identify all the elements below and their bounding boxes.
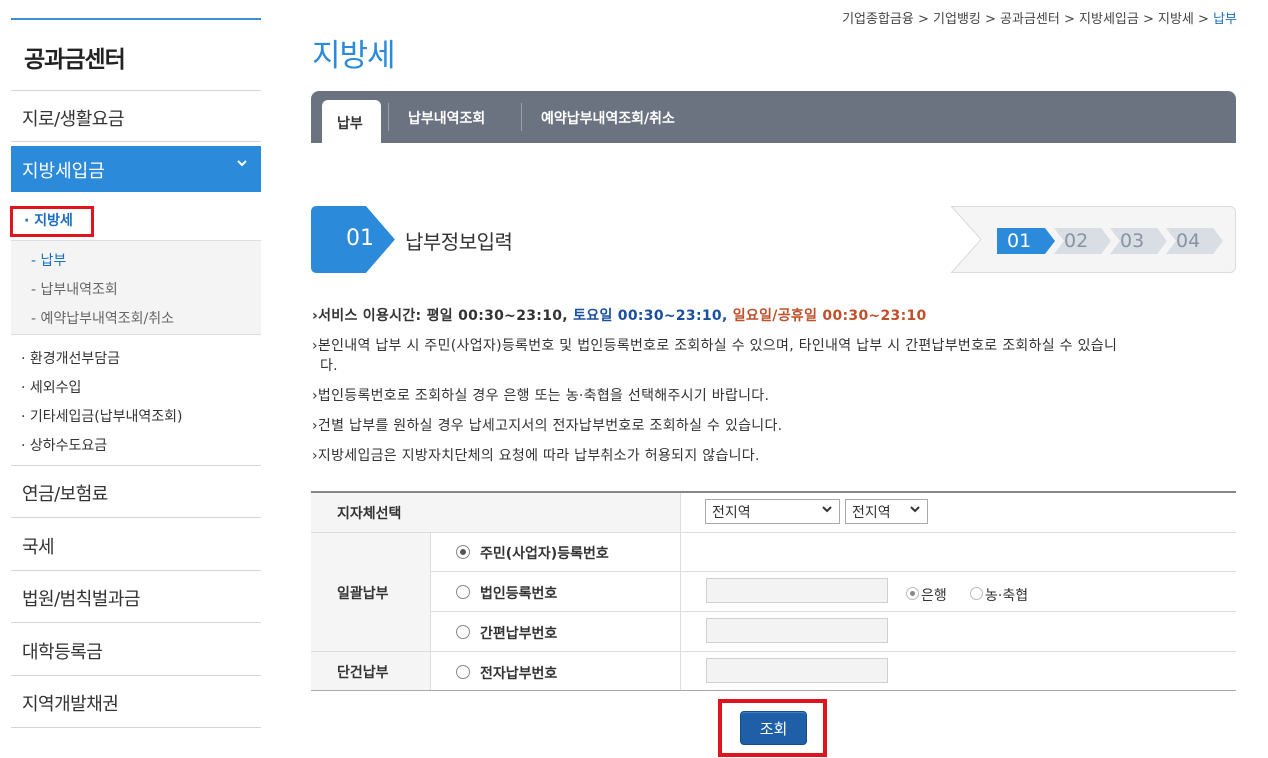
region-select-2[interactable]: 전지역 — [845, 499, 928, 524]
divider — [11, 570, 261, 571]
sidebar-title: 공과금센터 — [24, 47, 126, 73]
sidebar-item-giro[interactable]: 지로/생활요금 — [22, 105, 124, 131]
notice-line-cont: 다. — [320, 358, 338, 374]
breadcrumb-item[interactable]: 지방세 — [1158, 12, 1194, 27]
sidebar-top-line — [11, 18, 261, 20]
divider — [11, 90, 261, 91]
divider — [11, 727, 261, 728]
notice-line: ›본인내역 납부 시 주민(사업자)등록번호 및 법인등록번호로 조회하실 수 … — [312, 335, 1117, 355]
row-divider — [311, 532, 1236, 533]
sidebar-subitem-history[interactable]: - 납부내역조회 — [31, 279, 118, 299]
chevron-down-icon — [909, 503, 921, 518]
divider — [11, 622, 261, 623]
notice-text: 법인등록번호로 조회하실 경우 은행 또는 농·축협을 선택해주시기 바랍니다. — [317, 388, 770, 404]
divider — [11, 517, 261, 518]
chevron-down-icon — [821, 503, 833, 518]
step-label-2: 02 — [1064, 230, 1089, 252]
nonghyup-option-label: 농·축협 — [985, 588, 1029, 604]
radio-nonghyup[interactable] — [970, 587, 983, 600]
sidebar-subitem-reservation[interactable]: - 예약납부내역조회/취소 — [31, 308, 174, 328]
radio-corp-number[interactable] — [456, 585, 470, 599]
option-electronic-number: 전자납부번호 — [480, 666, 558, 682]
single-label: 단건납부 — [337, 665, 389, 681]
bulk-label: 일괄납부 — [337, 586, 389, 602]
option-corp-number: 법인등록번호 — [480, 586, 558, 602]
sidebar-item-tuition[interactable]: 대학등록금 — [22, 638, 103, 664]
step-label-1: 01 — [1007, 230, 1032, 252]
breadcrumb-item[interactable]: 공과금센터 — [1000, 12, 1060, 27]
divider — [11, 465, 261, 466]
service-hours-weekday: 서비스 이용시간: 평일 00:30~23:10, — [318, 308, 574, 324]
form-bottom-border — [311, 690, 1236, 691]
row-divider — [311, 651, 1236, 652]
sidebar-subitem-nontax[interactable]: · 세외수입 — [21, 377, 81, 397]
simple-number-input[interactable] — [706, 618, 888, 643]
col-divider — [430, 533, 431, 690]
chevron-down-icon — [236, 157, 248, 173]
notice-service-hours: ›서비스 이용시간: 평일 00:30~23:10, 토요일 00:30~23:… — [312, 305, 927, 325]
radio-resident-number[interactable] — [456, 545, 470, 559]
divider — [11, 141, 261, 142]
breadcrumb-sep: > — [1059, 12, 1080, 27]
step-label-4: 04 — [1176, 230, 1201, 252]
page-title: 지방세 — [312, 38, 396, 74]
sidebar-subitem-payment[interactable]: - 납부 — [31, 250, 66, 270]
step-label-3: 03 — [1120, 230, 1145, 252]
breadcrumb-current: 납부 — [1213, 12, 1237, 27]
notice-line: ›법인등록번호로 조회하실 경우 은행 또는 농·축협을 선택해주시기 바랍니다… — [312, 385, 769, 405]
breadcrumb-sep: > — [1138, 12, 1159, 27]
breadcrumb-item[interactable]: 기업종합금융 — [842, 12, 914, 27]
region-label: 지자체선택 — [337, 506, 402, 522]
radio-simple-number[interactable] — [456, 625, 470, 639]
tab-history[interactable]: 납부내역조회 — [408, 108, 485, 128]
row-divider — [430, 571, 1236, 572]
option-resident-number: 주민(사업자)등록번호 — [480, 546, 609, 562]
notice-text: 지방세입금은 지방자치단체의 요청에 따라 납부취소가 허용되지 않습니다. — [317, 448, 760, 464]
radio-bank[interactable] — [906, 587, 919, 600]
breadcrumb-sep: > — [980, 12, 1001, 27]
tab-payment-label: 납부 — [337, 116, 363, 132]
breadcrumb: 기업종합금융 > 기업뱅킹 > 공과금센터 > 지방세입금 > 지방세 > 납부 — [842, 8, 1237, 27]
service-hours-sun: 일요일/공휴일 00:30~23:10 — [732, 308, 927, 324]
sidebar-subitem-other[interactable]: · 기타세입금(납부내역조회) — [21, 406, 183, 426]
sidebar-item-local-tax-label: 지방세입금 — [22, 161, 105, 182]
step-number: 01 — [346, 226, 374, 251]
tab-reservation[interactable]: 예약납부내역조회/취소 — [541, 108, 675, 128]
sidebar-subitem-env[interactable]: · 환경개선부담금 — [21, 348, 120, 368]
electronic-number-input[interactable] — [706, 658, 888, 683]
bank-option-label: 은행 — [921, 588, 947, 604]
option-simple-number: 간편납부번호 — [480, 626, 558, 642]
region-select-1-value: 전지역 — [712, 505, 751, 521]
service-hours-sat: 토요일 00:30~23:10, — [573, 308, 733, 324]
notice-text: 본인내역 납부 시 주민(사업자)등록번호 및 법인등록번호로 조회하실 수 있… — [317, 338, 1118, 354]
divider — [11, 675, 261, 676]
col-divider — [680, 493, 681, 690]
search-button-label: 조회 — [759, 720, 788, 738]
sidebar-item-pension[interactable]: 연금/보험료 — [22, 480, 108, 506]
breadcrumb-item[interactable]: 기업뱅킹 — [933, 12, 981, 27]
tab-divider — [388, 103, 389, 131]
breadcrumb-sep: > — [913, 12, 934, 27]
region-select-2-value: 전지역 — [852, 505, 891, 521]
sidebar-item-national-tax[interactable]: 국세 — [22, 533, 55, 559]
tab-divider — [521, 103, 522, 131]
sidebar-item-court[interactable]: 법원/범칙벌과금 — [22, 585, 140, 611]
notice-line: ›지방세입금은 지방자치단체의 요청에 따라 납부취소가 허용되지 않습니다. — [312, 445, 760, 465]
breadcrumb-sep: > — [1193, 12, 1214, 27]
step-title: 납부정보입력 — [405, 230, 513, 254]
sidebar-subitem-local-tax[interactable]: · 지방세 — [24, 210, 73, 230]
sidebar-subitem-water[interactable]: · 상하수도요금 — [21, 435, 107, 455]
sidebar-item-bond[interactable]: 지역개발채권 — [22, 690, 119, 716]
notice-text: 건별 납부를 원하실 경우 납세고지서의 전자납부번호로 조회하실 수 있습니다… — [317, 418, 783, 434]
breadcrumb-item[interactable]: 지방세입금 — [1079, 12, 1139, 27]
region-select-1[interactable]: 전지역 — [705, 499, 840, 524]
radio-electronic-number[interactable] — [456, 665, 470, 679]
corp-number-input[interactable] — [706, 578, 888, 603]
row-divider — [430, 611, 1236, 612]
notice-line: ›건별 납부를 원하실 경우 납세고지서의 전자납부번호로 조회하실 수 있습니… — [312, 415, 782, 435]
